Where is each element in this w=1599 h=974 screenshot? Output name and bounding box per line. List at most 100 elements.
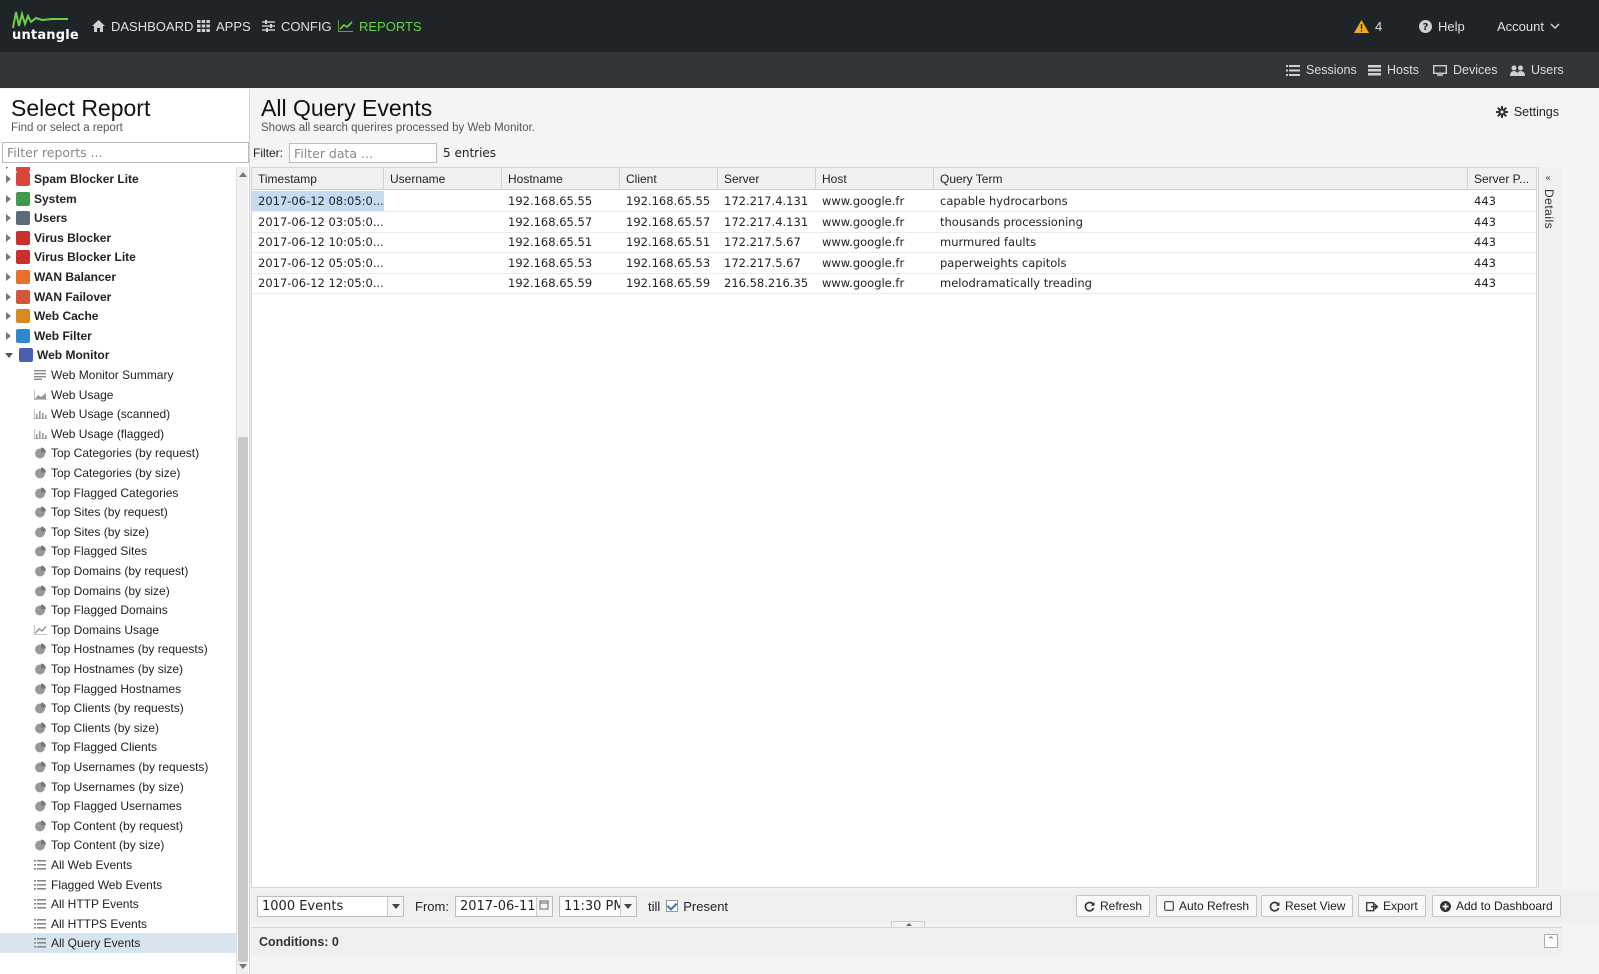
from-date-field[interactable]: 2017-06-11 (454, 895, 553, 917)
tree-report-item[interactable]: Top Sites (by request) (0, 502, 236, 522)
tree-app-item[interactable]: WAN Balancer (0, 267, 236, 287)
tree-app-item[interactable]: WAN Failover (0, 287, 236, 307)
tree-app-item[interactable]: Web Filter (0, 326, 236, 346)
tree-report-item[interactable]: All Web Events (0, 855, 236, 875)
devices-button[interactable]: Devices (1433, 52, 1497, 88)
tree-report-item[interactable]: All HTTP Events (0, 894, 236, 914)
reset-view-button[interactable]: Reset View (1261, 895, 1354, 917)
tree-report-item[interactable]: Top Hostnames (by requests) (0, 639, 236, 659)
tree-report-item[interactable]: Web Usage (0, 385, 236, 405)
auto-refresh-button[interactable]: Auto Refresh (1156, 895, 1258, 917)
scroll-down-arrow[interactable] (239, 964, 247, 969)
chevron-down-icon[interactable] (387, 896, 403, 916)
tree-report-item[interactable]: Top Hostnames (by size) (0, 659, 236, 679)
tree-app-item[interactable]: Virus Blocker Lite (0, 247, 236, 267)
tree-report-item[interactable]: Top Domains Usage (0, 620, 236, 640)
tree-report-item[interactable]: Top Flagged Hostnames (0, 679, 236, 699)
tree-expand-arrow-icon[interactable] (6, 214, 11, 223)
nav-reports[interactable]: REPORTS (338, 0, 422, 52)
tree-report-item[interactable]: Top Flagged Domains (0, 600, 236, 620)
tree-report-item[interactable]: Top Clients (by requests) (0, 698, 236, 718)
settings-button[interactable]: Settings (1495, 105, 1559, 119)
column-header[interactable]: Server P... (1468, 168, 1536, 190)
tree-report-item[interactable]: Top Domains (by request) (0, 561, 236, 581)
column-header[interactable]: Hostname (502, 168, 620, 190)
data-filter-input[interactable] (289, 143, 437, 163)
tree-report-item[interactable]: Top Usernames (by size) (0, 777, 236, 797)
tree-collapse-arrow-icon[interactable] (5, 352, 13, 358)
tree-expand-arrow-icon[interactable] (6, 175, 11, 183)
conditions-bar[interactable]: Conditions: 0 ⌃ (251, 927, 1562, 955)
line-chart-icon (33, 623, 47, 637)
refresh-button[interactable]: Refresh (1076, 895, 1151, 917)
tree-report-item[interactable]: All HTTPS Events (0, 914, 236, 934)
tree-report-item[interactable]: Web Usage (scanned) (0, 404, 236, 424)
tree-expand-arrow-icon[interactable] (6, 233, 11, 242)
column-header[interactable]: Timestamp (252, 168, 384, 190)
tree-app-item[interactable]: Users (0, 208, 236, 228)
tree-report-label: Web Usage (51, 387, 114, 402)
tree-report-item[interactable]: All Query Events (0, 933, 236, 954)
tree-report-item[interactable]: Web Monitor Summary (0, 365, 236, 385)
export-button[interactable]: Export (1358, 895, 1426, 917)
nav-apps[interactable]: APPS (197, 0, 251, 52)
events-limit-select[interactable]: 1000 Events (257, 895, 404, 917)
tree-app-item[interactable]: System (0, 189, 236, 209)
tree-expand-arrow-icon[interactable] (6, 331, 11, 340)
help-button[interactable]: ? Help (1419, 0, 1465, 52)
tree-report-item[interactable]: Top Content (by request) (0, 816, 236, 836)
nav-config[interactable]: CONFIG (262, 0, 332, 52)
tree-report-item[interactable]: Top Flagged Categories (0, 483, 236, 503)
tree-report-item[interactable]: Top Content (by size) (0, 835, 236, 855)
table-row[interactable]: 2017-06-12 10:05:0... 192.168.65.51 192.16… (252, 232, 1536, 254)
report-search-input[interactable] (2, 142, 249, 163)
column-header[interactable]: Query Term (934, 168, 1468, 190)
nav-dashboard[interactable]: DASHBOARD (92, 0, 193, 52)
tree-scrollbar[interactable] (236, 167, 248, 974)
untangle-logo[interactable]: untangle (12, 8, 79, 46)
scroll-thumb[interactable] (238, 437, 248, 962)
tree-expand-arrow-icon[interactable] (6, 312, 11, 321)
scroll-up-arrow[interactable] (239, 172, 247, 177)
tree-report-item[interactable]: Top Usernames (by requests) (0, 757, 236, 777)
tree-report-item[interactable]: Top Clients (by size) (0, 718, 236, 738)
tree-app-item[interactable]: Virus Blocker (0, 228, 236, 248)
table-row[interactable]: 2017-06-12 08:05:0... 192.168.65.55 192.16… (252, 191, 1536, 212)
column-header[interactable]: Client (620, 168, 718, 190)
tree-app-item[interactable]: Web Cache (0, 306, 236, 326)
tree-expand-arrow-icon[interactable] (6, 292, 11, 301)
tree-report-item[interactable]: Top Flagged Sites (0, 541, 236, 561)
alerts-button[interactable]: 4 (1354, 0, 1382, 52)
chevron-down-icon[interactable] (619, 896, 636, 916)
tree-report-item[interactable]: Top Categories (by request) (0, 443, 236, 463)
calendar-icon[interactable] (535, 896, 552, 916)
add-to-dashboard-button[interactable]: Add to Dashboard (1432, 895, 1561, 917)
table-row[interactable]: 2017-06-12 12:05:0... 192.168.65.59 192.16… (252, 273, 1536, 295)
tree-report-item[interactable]: Top Flagged Clients (0, 737, 236, 757)
from-time-field[interactable]: 11:30 PM (558, 895, 637, 917)
present-checkbox[interactable] (666, 900, 679, 912)
account-menu[interactable]: Account (1497, 0, 1560, 52)
details-panel-toggle[interactable]: « Details (1538, 167, 1562, 888)
column-header[interactable]: Server (718, 168, 816, 190)
sessions-button[interactable]: Sessions (1286, 52, 1357, 88)
column-header[interactable]: Username (384, 168, 502, 190)
tree-app-item[interactable]: Spam Blocker Lite (0, 169, 236, 189)
hosts-button[interactable]: Hosts (1368, 52, 1419, 88)
table-row[interactable]: 2017-06-12 03:05:0... 192.168.65.57 192.16… (252, 212, 1536, 233)
tree-report-item[interactable]: Top Domains (by size) (0, 581, 236, 601)
tree-report-item[interactable]: Top Categories (by size) (0, 463, 236, 483)
tree-expand-arrow-icon[interactable] (6, 253, 11, 262)
column-header[interactable]: Host (816, 168, 934, 190)
tree-expand-arrow-icon[interactable] (6, 194, 11, 203)
tree-app-item-web-monitor[interactable]: Web Monitor (0, 345, 236, 365)
users-button[interactable]: Users (1510, 52, 1564, 88)
table-row[interactable]: 2017-06-12 05:05:0... 192.168.65.53 192.16… (252, 253, 1536, 274)
tree-report-item[interactable]: Top Sites (by size) (0, 522, 236, 542)
tree-report-label: All HTTPS Events (51, 916, 148, 931)
tree-expand-arrow-icon[interactable] (6, 273, 11, 281)
expand-up-icon[interactable]: ⌃ (1544, 934, 1558, 948)
tree-report-item[interactable]: Web Usage (flagged) (0, 424, 236, 444)
tree-report-item[interactable]: Top Flagged Usernames (0, 796, 236, 816)
tree-report-item[interactable]: Flagged Web Events (0, 875, 236, 895)
